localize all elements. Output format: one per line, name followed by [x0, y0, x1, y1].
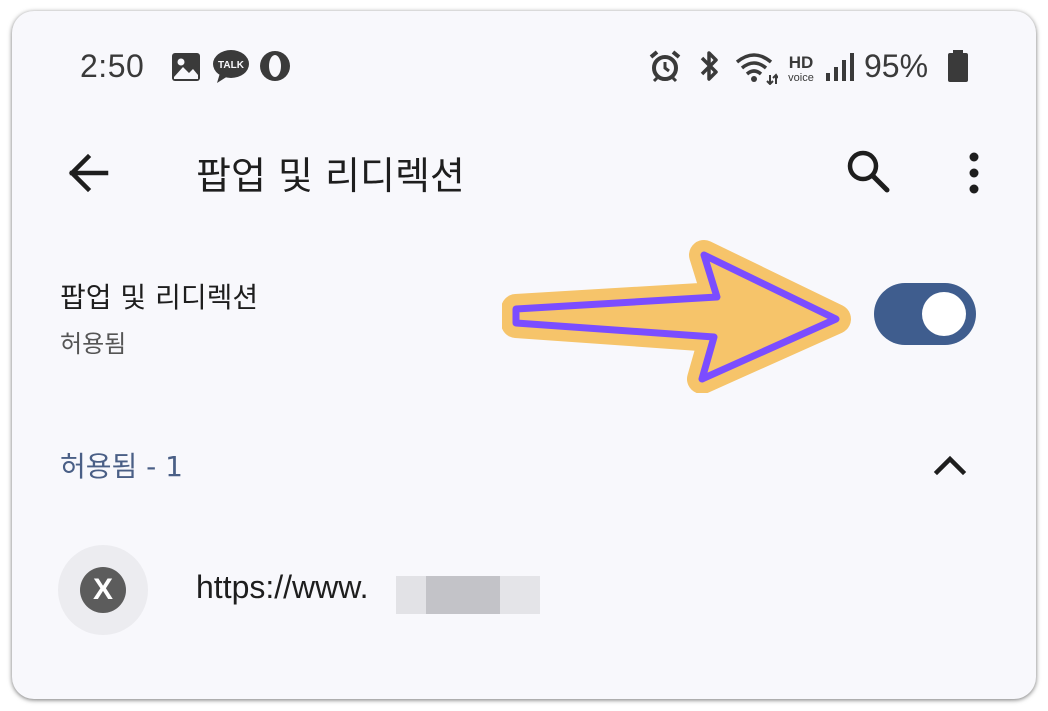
wifi-icon — [735, 53, 778, 85]
bluetooth-icon — [700, 51, 718, 81]
gallery-icon — [172, 53, 200, 81]
allowed-section-label: 허용됨 - 1 — [60, 450, 183, 483]
popups-redirects-setting-row[interactable]: 팝업 및 리디렉션 허용됨 — [12, 261, 1036, 371]
alarm-icon — [649, 50, 681, 83]
chevron-up-icon — [933, 455, 967, 476]
allowed-section-header[interactable]: 허용됨 - 1 — [12, 431, 1036, 497]
more-options-button[interactable] — [956, 143, 992, 203]
kakaotalk-icon: TALK — [213, 50, 249, 83]
phone-screen: 2:50 TALK HD voice 95% 팝업 및 리디렉션 팝업 및 리디… — [12, 11, 1036, 699]
page-title: 팝업 및 리디렉션 — [196, 154, 465, 198]
setting-title: 팝업 및 리디렉션 — [60, 281, 259, 314]
hd-voice-icon: HD voice — [788, 53, 814, 84]
site-list-item[interactable]: X https://www. — [12, 539, 1036, 643]
signal-icon — [826, 53, 854, 81]
site-favicon-avatar: X — [58, 545, 148, 635]
voice-label: voice — [788, 72, 814, 84]
toggle-knob — [922, 292, 966, 336]
status-bar: 2:50 TALK HD voice 95% — [12, 11, 1036, 121]
url-redaction-blur — [396, 576, 540, 614]
opera-icon — [260, 51, 290, 81]
setting-status: 허용됨 — [60, 330, 127, 358]
search-button[interactable] — [840, 143, 896, 199]
popups-toggle-switch[interactable] — [874, 283, 976, 345]
status-time: 2:50 — [80, 48, 145, 84]
arrow-left-icon — [68, 153, 109, 193]
search-icon — [847, 150, 890, 193]
back-button[interactable] — [60, 143, 120, 203]
battery-icon — [948, 50, 968, 82]
kakaotalk-badge-text: TALK — [218, 60, 245, 71]
site-url: https://www. — [196, 569, 369, 605]
hd-label: HD — [789, 53, 814, 72]
battery-percent: 95% — [864, 48, 929, 84]
site-avatar-letter: X — [80, 567, 126, 613]
app-bar: 팝업 및 리디렉션 — [12, 121, 1036, 221]
more-vert-icon — [969, 152, 979, 194]
